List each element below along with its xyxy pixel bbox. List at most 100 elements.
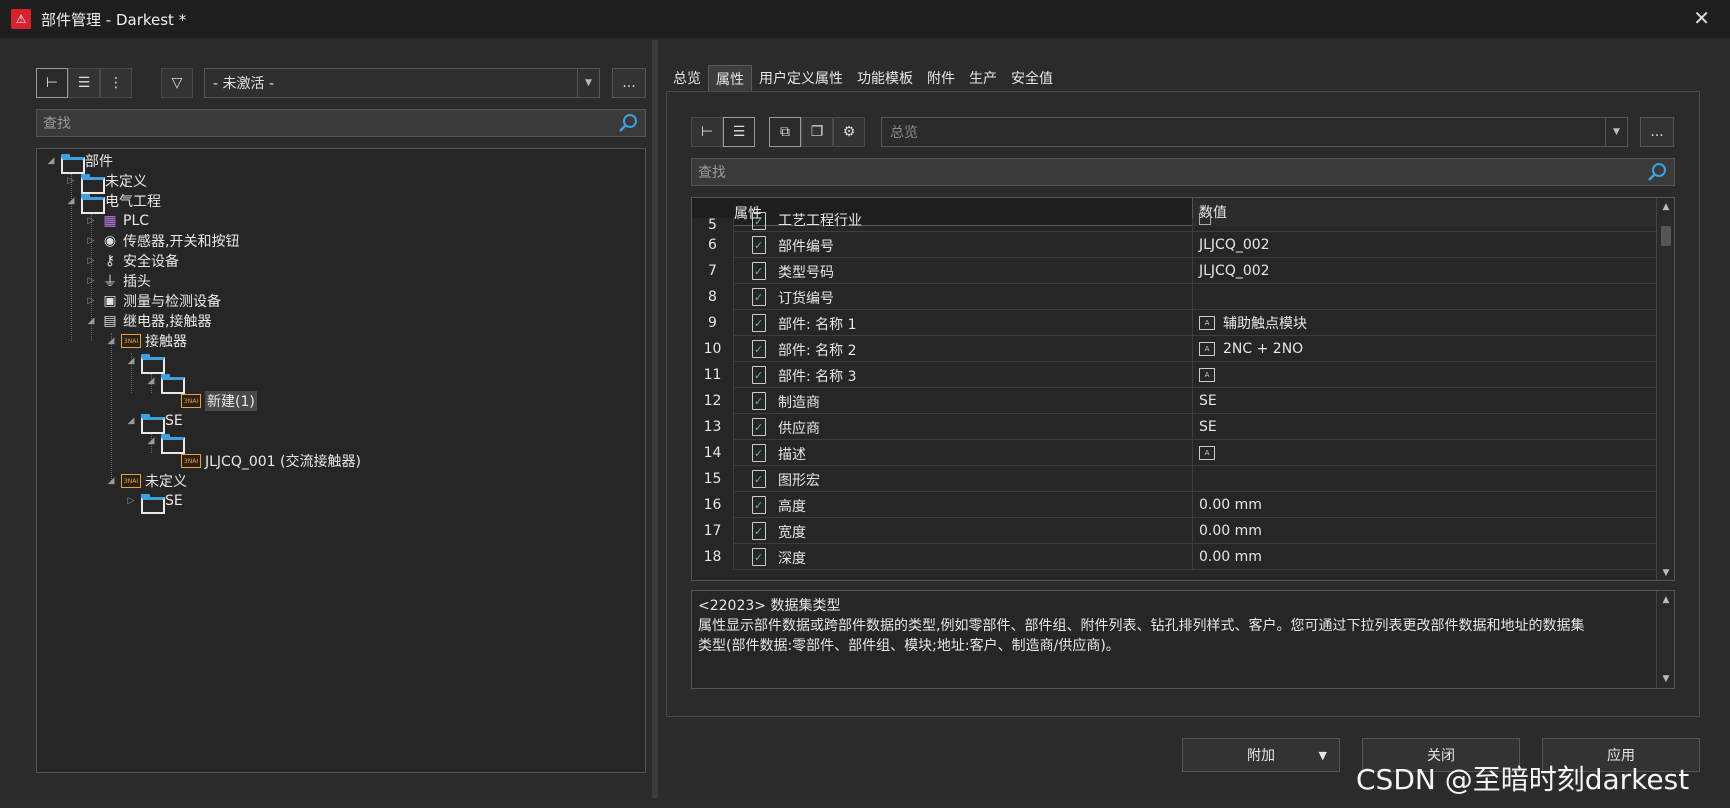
tree-node-contactor[interactable]: ◢ 3NAI 接触器	[105, 331, 187, 351]
table-row[interactable]: 7 类型号码 JLJCQ_002	[692, 258, 1658, 284]
expanded-arrow-icon[interactable]: ◢	[125, 416, 137, 426]
tab-attachments[interactable]: 附件	[920, 65, 962, 91]
filter-icon[interactable]: ▽	[161, 68, 193, 98]
property-value[interactable]: JLJCQ_002	[1192, 232, 1658, 258]
scroll-thumb[interactable]	[1661, 226, 1671, 246]
table-row[interactable]: 15 图形宏	[692, 466, 1658, 492]
tree-node-sensors[interactable]: ▷ ◉ 传感器,开关和按钮	[85, 231, 240, 251]
property-value[interactable]: JLJCQ_002	[1192, 258, 1658, 284]
list-view-icon[interactable]: ☰	[723, 117, 755, 147]
tab-overview[interactable]: 总览	[666, 65, 708, 91]
collapsed-arrow-icon[interactable]: ▷	[125, 496, 137, 506]
tree-node-se-subfolder[interactable]: ◢	[145, 431, 185, 454]
expanded-arrow-icon[interactable]: ◢	[145, 436, 157, 446]
table-row[interactable]: 13 供应商 SE	[692, 414, 1658, 440]
tree-view-icon[interactable]: ⊢	[691, 117, 723, 147]
tree-node-root[interactable]: ◢ 部件	[45, 151, 113, 174]
collapsed-arrow-icon[interactable]: ▷	[65, 176, 77, 186]
scroll-up-icon[interactable]: ▲	[1657, 591, 1675, 609]
tree-node-new-item[interactable]: 3NAI 新建(1)	[181, 391, 257, 411]
expanded-arrow-icon[interactable]: ◢	[125, 356, 137, 366]
property-value[interactable]	[1192, 213, 1658, 232]
collapsed-arrow-icon[interactable]: ▷	[85, 256, 97, 266]
translate-icon[interactable]: A	[1199, 368, 1215, 382]
tree-node-relays[interactable]: ◢ ▤ 继电器,接触器	[85, 311, 212, 331]
tab-properties[interactable]: 属性	[708, 65, 752, 91]
tree-node-se2[interactable]: ▷ SE	[125, 491, 183, 514]
property-value[interactable]: A 辅助触点模块	[1192, 310, 1658, 336]
property-grid[interactable]: 属性 数值 5工艺工程行业6部件编号JLJCQ_0027类型号码JLJCQ_00…	[691, 197, 1675, 581]
left-search-input[interactable]: 查找	[36, 109, 646, 137]
tree-node-electrical[interactable]: ◢ 电气工程	[65, 191, 161, 214]
tree-node-safety[interactable]: ▷ ⚷ 安全设备	[85, 251, 179, 271]
table-row[interactable]: 6 部件编号 JLJCQ_002	[692, 232, 1658, 258]
collapsed-arrow-icon[interactable]: ▷	[85, 236, 97, 246]
table-row[interactable]: 14 描述 A	[692, 440, 1658, 466]
collapsed-arrow-icon[interactable]: ▷	[85, 276, 97, 286]
property-value[interactable]: A	[1192, 440, 1658, 466]
scroll-up-icon[interactable]: ▲	[1657, 198, 1674, 216]
expanded-arrow-icon[interactable]: ◢	[105, 336, 117, 346]
tree-node-jljcq001[interactable]: 3NAI JLJCQ_001 (交流接触器)	[181, 451, 361, 471]
property-value[interactable]	[1192, 466, 1658, 492]
right-search-input[interactable]: 查找	[691, 158, 1675, 186]
tab-safety-values[interactable]: 安全值	[1004, 65, 1060, 91]
tree-node-undefined-relay[interactable]: ◢ 3NAI 未定义	[105, 471, 187, 491]
scroll-down-icon[interactable]: ▼	[1657, 670, 1675, 688]
translate-icon[interactable]: A	[1199, 446, 1215, 460]
tree-node-measure[interactable]: ▷ ▣ 测量与检测设备	[85, 291, 221, 311]
tab-function-templates[interactable]: 功能模板	[850, 65, 920, 91]
parts-tree[interactable]: ◢ 部件 ▷ 未定义 ◢ 电气工程 ▷ ▦ PLC ▷ ◉ 传感器,开关和按钮 ▷ ⚷ 安全设备 …	[36, 148, 646, 773]
translate-icon[interactable]: A	[1199, 342, 1215, 356]
close-icon[interactable]: ✕	[1693, 6, 1710, 30]
property-value[interactable]: 0.00 mm	[1192, 544, 1658, 570]
translate-icon[interactable]: A	[1199, 316, 1215, 330]
filter-dropdown[interactable]: - 未激活 - ▼	[204, 68, 600, 98]
property-value[interactable]: A	[1192, 362, 1658, 388]
table-row[interactable]: 16 高度 0.00 mm	[692, 492, 1658, 518]
panel-splitter[interactable]	[652, 40, 658, 798]
expanded-arrow-icon[interactable]: ◢	[145, 376, 157, 386]
tab-user-properties[interactable]: 用户定义属性	[752, 65, 850, 91]
table-row[interactable]: 17 宽度 0.00 mm	[692, 518, 1658, 544]
expanded-arrow-icon[interactable]: ◢	[65, 196, 77, 206]
property-value[interactable]	[1192, 284, 1658, 310]
table-row[interactable]: 9 部件: 名称 1 A 辅助触点模块	[692, 310, 1658, 336]
overview-dropdown[interactable]: 总览 ▼	[881, 117, 1628, 147]
tree-node-se[interactable]: ◢ SE	[125, 411, 183, 434]
grid-scrollbar[interactable]: ▲ ▼	[1656, 198, 1674, 580]
table-row[interactable]: 11 部件: 名称 3 A	[692, 362, 1658, 388]
attach-button[interactable]: 附加 ▼	[1182, 738, 1340, 772]
filter-more-button[interactable]: ...	[612, 68, 646, 98]
search-icon[interactable]	[1646, 161, 1668, 183]
description-scrollbar[interactable]: ▲ ▼	[1656, 591, 1674, 688]
tree-node-plugs[interactable]: ▷ ⏚ 插头	[85, 271, 151, 291]
expanded-arrow-icon[interactable]: ◢	[85, 316, 97, 326]
property-value[interactable]: SE	[1192, 388, 1658, 414]
collapsed-arrow-icon[interactable]: ▷	[85, 216, 97, 226]
copy-icon[interactable]: ⧉	[769, 117, 801, 147]
list-view-icon[interactable]: ☰	[68, 68, 100, 98]
collapsed-arrow-icon[interactable]: ▷	[85, 296, 97, 306]
property-value[interactable]: A 2NC + 2NO	[1192, 336, 1658, 362]
table-row[interactable]: 8 订货编号	[692, 284, 1658, 310]
table-row[interactable]: 10 部件: 名称 2 A 2NC + 2NO	[692, 336, 1658, 362]
expanded-arrow-icon[interactable]: ◢	[105, 476, 117, 486]
tree-node-plc[interactable]: ▷ ▦ PLC	[85, 211, 150, 231]
tree-node-undefined[interactable]: ▷ 未定义	[65, 171, 147, 194]
table-row[interactable]: 12 制造商 SE	[692, 388, 1658, 414]
tab-production[interactable]: 生产	[962, 65, 1004, 91]
overview-more-button[interactable]: ...	[1640, 117, 1674, 147]
tree-view-icon[interactable]: ⊢	[36, 68, 68, 98]
paste-icon[interactable]: ❐	[801, 117, 833, 147]
expanded-arrow-icon[interactable]: ◢	[45, 156, 57, 166]
tree-list-view-icon[interactable]: ⋮	[100, 68, 132, 98]
property-value[interactable]: SE	[1192, 414, 1658, 440]
tree-node-unnamed-folder[interactable]: ◢	[125, 351, 165, 374]
table-row[interactable]: 5 工艺工程行业	[692, 212, 1658, 233]
tree-node-unnamed-subfolder[interactable]: ◢	[145, 371, 185, 394]
checkbox[interactable]	[1199, 213, 1211, 225]
user-settings-icon[interactable]: ⚙	[833, 117, 865, 147]
property-value[interactable]: 0.00 mm	[1192, 518, 1658, 544]
table-row[interactable]: 18 深度 0.00 mm	[692, 544, 1658, 570]
